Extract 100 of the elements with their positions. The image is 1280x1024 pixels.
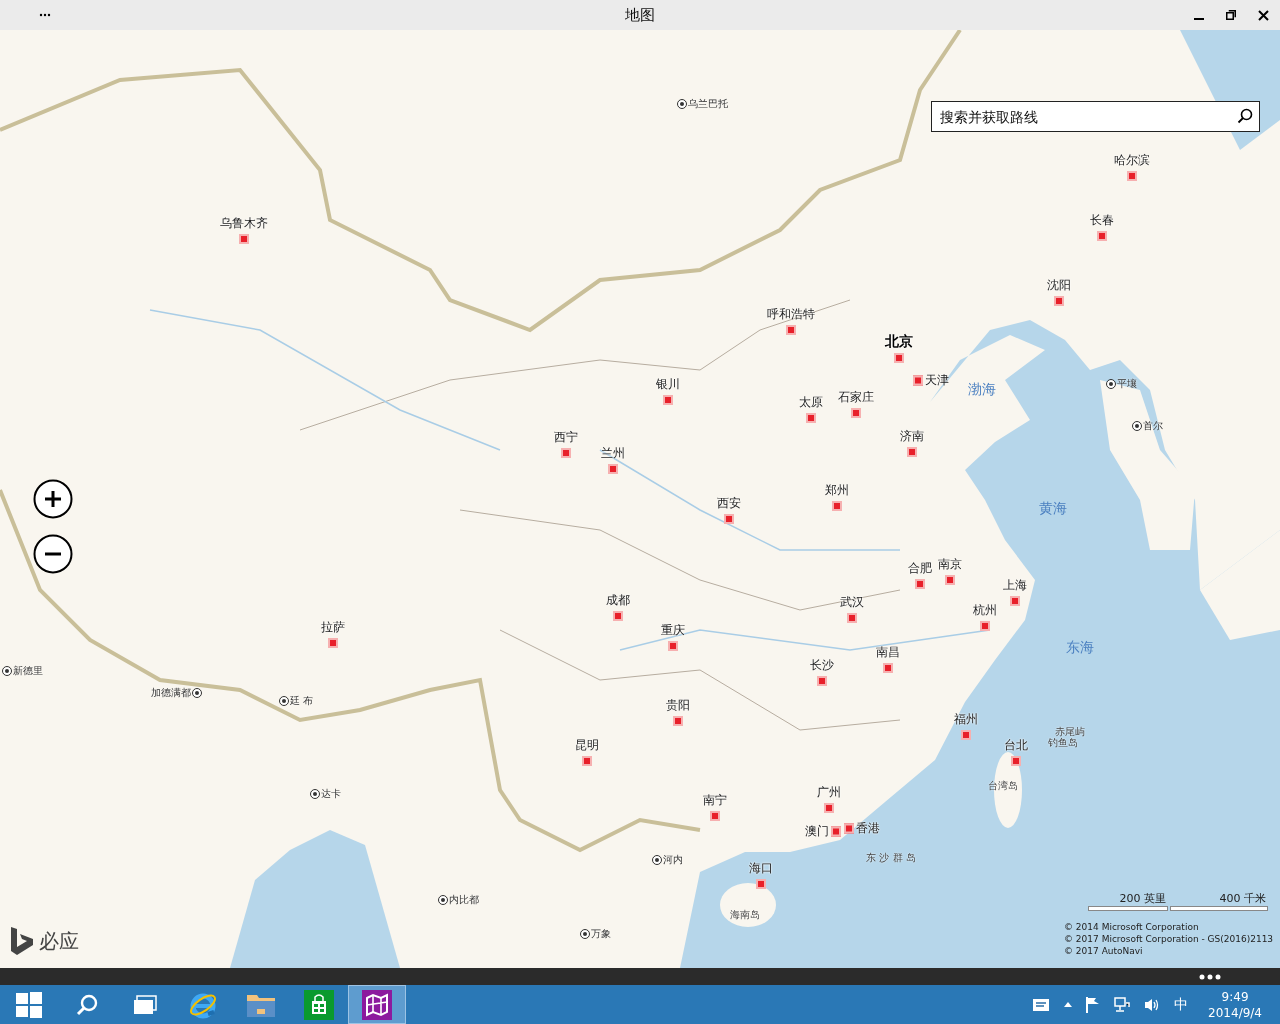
place-label: 北京 xyxy=(885,333,913,351)
city-marker-icon xyxy=(907,447,917,457)
city-marker-icon xyxy=(961,730,971,740)
city-marker-icon xyxy=(1011,756,1021,766)
city-marker-icon xyxy=(1097,231,1107,241)
place-label: 兰州 xyxy=(601,445,625,462)
taskbar-button[interactable] xyxy=(348,985,406,1024)
city-marker-icon xyxy=(894,353,904,363)
place-label: 哈尔滨 xyxy=(1114,152,1150,169)
logo-text: 必应 xyxy=(39,927,79,955)
city-marker-icon xyxy=(847,613,857,623)
place-label: 呼和浩特 xyxy=(767,306,815,323)
sea-label: 黄海 xyxy=(1039,500,1067,518)
place-label: 东 沙 群 岛 xyxy=(866,851,916,865)
place-label: 合肥 xyxy=(908,560,932,577)
restore-icon[interactable] xyxy=(1226,10,1236,20)
place-label: 南昌 xyxy=(876,644,900,661)
place-label: 澳门 xyxy=(805,822,829,840)
city-marker-icon xyxy=(824,803,834,813)
city-marker-icon xyxy=(311,790,319,798)
copyright-text: © 2017 AutoNavi xyxy=(1064,945,1144,957)
place-label: 石家庄 xyxy=(838,389,874,406)
more-icon[interactable] xyxy=(39,13,51,17)
place-label: 达卡 xyxy=(321,787,341,801)
message-icon[interactable] xyxy=(1032,997,1051,1012)
city-marker-icon xyxy=(239,234,249,244)
place-label: 济南 xyxy=(900,428,924,445)
city-marker-icon xyxy=(883,663,893,673)
place-label: 太原 xyxy=(799,394,823,411)
more-icon[interactable] xyxy=(1199,973,1221,980)
flag-icon[interactable] xyxy=(1086,996,1101,1013)
zoom-in-icon[interactable] xyxy=(33,479,73,519)
place-label: 银川 xyxy=(656,376,680,393)
caret-up-icon[interactable] xyxy=(1064,1002,1073,1007)
city-marker-icon xyxy=(844,823,854,833)
task-view-icon xyxy=(133,994,157,1015)
search-icon xyxy=(75,992,99,1017)
place-label: 万象 xyxy=(591,927,611,941)
city-marker-icon xyxy=(3,667,11,675)
place-label: 天津 xyxy=(925,371,949,389)
city-marker-icon xyxy=(1010,596,1020,606)
place-label: 武汉 xyxy=(840,594,864,611)
place-label: 河内 xyxy=(663,853,683,867)
place-label: 新德里 xyxy=(13,664,43,678)
city-marker-icon xyxy=(913,375,923,385)
city-marker-icon xyxy=(561,448,571,458)
place-label: 福州 xyxy=(954,711,978,728)
place-label: 长沙 xyxy=(810,657,834,674)
scale-label: 400 千米 xyxy=(1219,891,1267,906)
city-marker-icon xyxy=(1133,422,1141,430)
city-marker-icon xyxy=(806,413,816,423)
place-label: 平壤 xyxy=(1117,377,1137,391)
speaker-icon[interactable] xyxy=(1144,996,1161,1013)
close-icon[interactable] xyxy=(1258,9,1269,21)
start-icon xyxy=(16,991,42,1018)
zoom-out-icon[interactable] xyxy=(33,534,73,574)
city-marker-icon xyxy=(439,896,447,904)
city-marker-icon xyxy=(851,408,861,418)
map-app-icon xyxy=(362,989,392,1020)
store-icon xyxy=(304,989,334,1020)
place-label: 香港 xyxy=(856,819,880,837)
city-marker-icon xyxy=(832,501,842,511)
place-label: 沈阳 xyxy=(1047,277,1071,294)
city-marker-icon xyxy=(817,676,827,686)
place-label: 广州 xyxy=(817,784,841,801)
network-icon[interactable] xyxy=(1114,996,1131,1013)
place-label: 海口 xyxy=(749,860,773,877)
place-label: 海南岛 xyxy=(730,908,760,922)
city-marker-icon xyxy=(710,811,720,821)
ime-indicator[interactable]: 中 xyxy=(1174,995,1189,1014)
sea-label: 东海 xyxy=(1066,639,1094,657)
city-marker-icon xyxy=(613,611,623,621)
city-marker-icon xyxy=(193,689,201,697)
place-label: 杭州 xyxy=(973,602,997,619)
city-marker-icon xyxy=(280,697,288,705)
place-label: 成都 xyxy=(606,592,630,609)
sea-label: 渤海 xyxy=(968,381,996,399)
city-marker-icon xyxy=(1127,171,1137,181)
city-marker-icon xyxy=(608,464,618,474)
city-marker-icon xyxy=(663,395,673,405)
clock[interactable]: 9:49 2014/9/4 xyxy=(1208,988,1262,1021)
city-marker-icon xyxy=(653,856,661,864)
city-marker-icon xyxy=(581,930,589,938)
search-icon[interactable] xyxy=(1237,108,1253,124)
place-label: 重庆 xyxy=(661,622,685,639)
bing-logo-icon xyxy=(11,927,33,955)
search-field[interactable]: 搜索并获取路线 xyxy=(931,101,1260,132)
city-marker-icon xyxy=(582,756,592,766)
place-label: 内比都 xyxy=(449,893,479,907)
place-label: 钓鱼岛 xyxy=(1048,736,1078,750)
place-label: 西安 xyxy=(717,495,741,512)
place-label: 首尔 xyxy=(1143,419,1163,433)
city-marker-icon xyxy=(678,100,686,108)
place-label: 贵阳 xyxy=(666,697,690,714)
city-marker-icon xyxy=(915,579,925,589)
place-label: 上海 xyxy=(1003,577,1027,594)
place-label: 廷 布 xyxy=(290,694,314,708)
city-marker-icon xyxy=(756,879,766,889)
city-marker-icon xyxy=(1107,380,1115,388)
scale-label: 200 英里 xyxy=(1119,891,1167,906)
